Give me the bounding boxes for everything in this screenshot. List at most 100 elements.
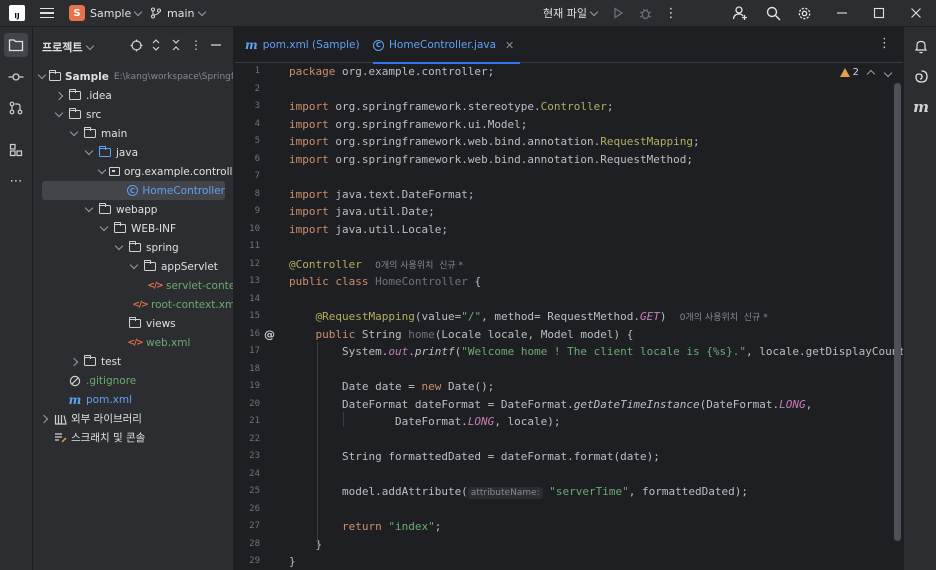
chevron-down-icon[interactable] bbox=[54, 108, 64, 118]
chevron-down-icon[interactable] bbox=[69, 127, 79, 137]
tree-item[interactable]: main bbox=[33, 124, 233, 143]
add-user-icon[interactable] bbox=[731, 4, 749, 22]
line-number: 17 bbox=[249, 346, 260, 356]
tree-item[interactable]: WEB-INF bbox=[33, 219, 233, 238]
tree-item[interactable]: m pom.xml bbox=[33, 390, 233, 409]
line-number: 29 bbox=[249, 556, 260, 566]
folder-icon bbox=[128, 241, 142, 254]
tree-item[interactable]: </> root-context.xml bbox=[33, 295, 233, 314]
folder-icon bbox=[98, 203, 112, 216]
chevron-down-icon[interactable] bbox=[37, 70, 47, 80]
hamburger-menu-icon[interactable] bbox=[38, 4, 56, 22]
tree-item[interactable]: C HomeController bbox=[42, 181, 225, 200]
code-area[interactable]: package org.example.controller; import or… bbox=[289, 63, 903, 570]
options-more-icon[interactable]: ⋮ bbox=[189, 38, 203, 52]
tree-item[interactable]: Sample E:\kang\workspace\Springfr bbox=[33, 67, 233, 86]
tree-item-label: test bbox=[101, 355, 122, 368]
chevron-down-icon[interactable] bbox=[114, 241, 124, 251]
tree-item-label: web.xml bbox=[146, 336, 191, 349]
tab-pom-xml[interactable]: m pom.xml (Sample) bbox=[245, 27, 360, 63]
project-panel-title-text: 프로젝트 bbox=[42, 41, 83, 54]
tree-item-label: spring bbox=[146, 241, 179, 254]
tree-item[interactable]: spring bbox=[33, 238, 233, 257]
line-number: 10 bbox=[249, 223, 260, 234]
chevron-down-icon[interactable] bbox=[129, 260, 139, 270]
chevron-down-icon[interactable] bbox=[84, 146, 94, 156]
project-badge[interactable]: S bbox=[69, 5, 85, 21]
tree-item[interactable]: test bbox=[33, 352, 233, 371]
tree-item[interactable]: </> web.xml bbox=[33, 333, 233, 352]
tree-item[interactable]: 스크래치 및 콘솔 bbox=[33, 428, 233, 447]
tree-item[interactable]: 외부 라이브러리 bbox=[33, 409, 233, 428]
line-number: 4 bbox=[254, 118, 260, 129]
tab-home-controller[interactable]: C HomeController.java ✕ bbox=[373, 27, 521, 64]
project-tool-folder-icon[interactable] bbox=[4, 33, 28, 57]
mapping-gutter-icon[interactable]: @ bbox=[264, 326, 275, 344]
class-icon: C bbox=[126, 185, 138, 197]
code-line: import java.util.Locale; bbox=[289, 222, 448, 236]
indent-guide bbox=[317, 341, 318, 546]
chevron-down-icon[interactable] bbox=[99, 222, 109, 232]
chevron-right-icon[interactable] bbox=[69, 357, 79, 366]
commit-icon[interactable] bbox=[4, 65, 28, 89]
run-config-selector[interactable]: 현재 파일 bbox=[543, 5, 599, 21]
tree-item-label: Sample bbox=[65, 70, 109, 83]
scratch-icon bbox=[53, 432, 67, 444]
chevron-down-icon[interactable] bbox=[84, 203, 94, 213]
editor-scrollbar[interactable] bbox=[894, 83, 901, 541]
source-folder-icon bbox=[98, 146, 112, 159]
pull-request-icon[interactable] bbox=[4, 96, 28, 120]
code-line: Date date = new Date(); bbox=[289, 380, 495, 393]
code-line: DateFormat.LONG, locale); bbox=[289, 415, 561, 428]
expand-all-icon[interactable] bbox=[149, 38, 163, 52]
chevron-right-icon[interactable] bbox=[39, 414, 49, 423]
collapse-all-icon[interactable] bbox=[169, 38, 183, 52]
tree-item[interactable]: java bbox=[33, 143, 233, 162]
code-line: import java.text.DateFormat; bbox=[289, 187, 475, 201]
close-tab-icon[interactable]: ✕ bbox=[505, 39, 514, 52]
tab-options-more-icon[interactable]: ⋮ bbox=[878, 36, 891, 51]
maven-icon[interactable]: m bbox=[911, 97, 931, 117]
tree-item-label: HomeController bbox=[142, 184, 225, 197]
tree-item[interactable]: src bbox=[33, 105, 233, 124]
tree-item[interactable]: .idea bbox=[33, 86, 233, 105]
folder-icon bbox=[68, 89, 82, 102]
close-icon[interactable] bbox=[907, 4, 925, 22]
branch-switcher[interactable]: main bbox=[150, 5, 207, 21]
line-number: 7 bbox=[254, 171, 260, 181]
ai-assistant-icon[interactable] bbox=[911, 66, 931, 86]
tree-item-label: src bbox=[86, 108, 102, 121]
chevron-down-icon bbox=[198, 7, 207, 16]
line-number: 12 bbox=[249, 258, 260, 269]
maximize-icon[interactable] bbox=[870, 4, 888, 22]
settings-icon[interactable] bbox=[795, 4, 813, 22]
more-tools-icon[interactable]: ⋯ bbox=[4, 169, 28, 193]
locate-icon[interactable] bbox=[129, 38, 143, 52]
chevron-right-icon[interactable] bbox=[54, 91, 64, 100]
branch-icon bbox=[150, 7, 162, 19]
app-logo[interactable]: IJ bbox=[9, 5, 25, 21]
chevron-down-icon[interactable] bbox=[97, 165, 107, 175]
minimize-icon[interactable] bbox=[833, 4, 851, 22]
hide-panel-icon[interactable] bbox=[209, 38, 223, 52]
code-line: DateFormat dateFormat = DateFormat.getDa… bbox=[289, 397, 813, 411]
tree-item[interactable]: org.example.controller bbox=[33, 162, 233, 181]
more-icon[interactable]: ⋮ bbox=[662, 4, 680, 22]
debug-icon[interactable] bbox=[636, 4, 654, 22]
line-number: 1 bbox=[254, 66, 260, 76]
search-icon[interactable] bbox=[764, 4, 782, 22]
structure-icon[interactable] bbox=[4, 138, 28, 162]
tree-item[interactable]: webapp bbox=[33, 200, 233, 219]
tree-item[interactable]: appServlet bbox=[33, 257, 233, 276]
project-panel-title[interactable]: 프로젝트 bbox=[42, 39, 95, 55]
tree-item-label: WEB-INF bbox=[131, 222, 176, 235]
project-switcher[interactable]: Sample bbox=[90, 5, 143, 21]
line-number: 25 bbox=[249, 486, 260, 496]
notifications-icon[interactable] bbox=[911, 36, 931, 56]
run-icon[interactable] bbox=[609, 4, 627, 22]
indent-guide bbox=[343, 411, 344, 427]
tree-item[interactable]: views bbox=[33, 314, 233, 333]
app-logo-text: IJ bbox=[14, 12, 20, 20]
tree-item[interactable]: </>servlet-context bbox=[33, 276, 233, 295]
tree-item[interactable]: .gitignore bbox=[33, 371, 233, 390]
